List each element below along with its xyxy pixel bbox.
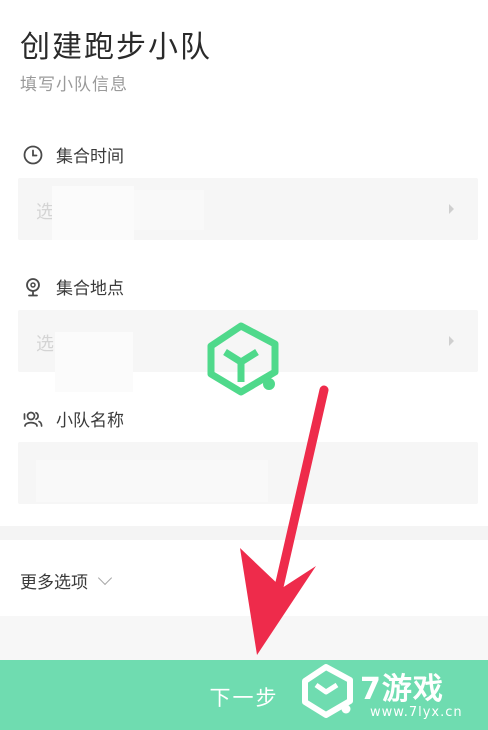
more-options-label: 更多选项 (20, 573, 88, 593)
meet-place-label-row: 集合地点 (22, 274, 124, 299)
bottom-spacer (0, 616, 488, 660)
chevron-right-icon (449, 204, 454, 214)
watermark-logo-icon (207, 322, 279, 396)
team-name-label: 小队名称 (56, 411, 124, 431)
watermark-site-url: www.7lyx.cn (370, 705, 463, 720)
site-logo-icon (302, 664, 353, 718)
watermark-site-name: 7游戏 (360, 672, 444, 707)
blur-patch (134, 190, 204, 230)
meet-time-label-row: 集合时间 (22, 142, 124, 167)
blur-patch (55, 332, 133, 392)
clock-icon (23, 145, 43, 164)
section-divider (0, 526, 488, 540)
page-subtitle: 填写小队信息 (20, 75, 128, 95)
team-name-label-row: 小队名称 (22, 406, 124, 431)
page-title: 创建跑步小队 (20, 30, 212, 65)
more-options-toggle[interactable]: 更多选项 (20, 568, 113, 593)
people-icon (23, 411, 43, 427)
blur-patch (36, 460, 268, 502)
chevron-right-icon (449, 336, 454, 346)
blur-patch (52, 186, 134, 240)
meet-time-label: 集合时间 (56, 147, 124, 167)
location-pin-icon (26, 277, 40, 296)
meet-place-placeholder: 选 (36, 334, 54, 355)
chevron-down-icon (97, 570, 113, 586)
meet-place-label: 集合地点 (56, 279, 124, 299)
